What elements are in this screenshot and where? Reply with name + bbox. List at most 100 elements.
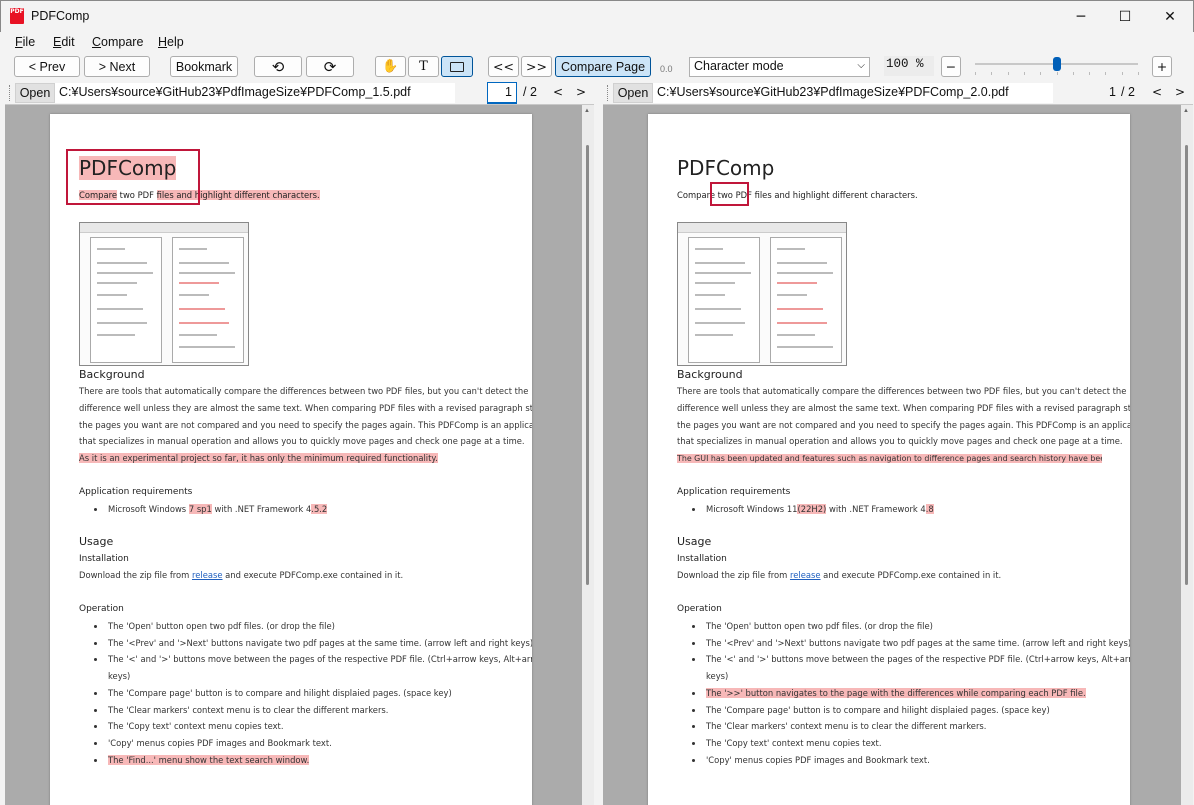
window-title: PDFComp [31,9,90,23]
menu-file[interactable]: File [15,35,35,49]
slider-tick [1007,72,1009,75]
hand-tool-icon[interactable]: ✋ [375,56,406,77]
heading-operation: Operation [677,604,722,614]
right-scroll-thumb[interactable] [1185,145,1188,585]
image-page-right [172,237,244,363]
diff-marker-box [710,182,749,206]
menu-compare-key: C [92,35,102,49]
bg-line-3: the pages you want are not compared and … [677,420,1130,430]
left-prev-page-button[interactable]: < [553,85,563,99]
right-pdf-page[interactable]: PDFComp Compare two PDF files and highli… [648,114,1130,805]
right-path-field[interactable]: C:¥Users¥source¥GitHub23¥PdfImageSize¥PD… [653,83,1053,103]
requirement-item: Microsoft Windows 11(22H2) with .NET Fra… [692,504,934,515]
zoom-slider-thumb[interactable] [1052,57,1061,71]
image-page-left [688,237,760,363]
compare-page-button[interactable]: Compare Page [555,56,651,77]
heading-installation: Installation [79,554,129,564]
op-item-7: 'Copy' menus copies PDF images and Bookm… [94,738,332,748]
req-a: Microsoft Windows 11 [706,504,798,514]
bg-line-5: The GUI has been updated and features su… [677,453,1102,464]
right-pane-bar: Open C:¥Users¥source¥GitHub23¥PdfImageSi… [603,81,1193,105]
op-item-1: The 'Open' button open two pdf files. (o… [94,621,335,631]
release-link[interactable]: release [192,570,223,580]
download-line: Download the zip file from release and e… [677,570,1001,581]
right-prev-page-button[interactable]: < [1152,85,1162,99]
req-b: 7 sp1 [188,504,212,514]
slider-tick [1023,72,1025,75]
left-page-input[interactable]: 1 [487,82,517,104]
bg-line-1: There are tools that automatically compa… [79,386,529,396]
prev-button[interactable]: < Prev [14,56,80,77]
heading-requirements: Application requirements [79,487,193,497]
first-diff-button[interactable]: << [488,56,519,77]
grip-handle[interactable] [9,85,12,101]
text-tool-button[interactable]: T [408,56,439,77]
left-pdf-page[interactable]: PDFComp Compare two PDF files and highli… [50,114,532,805]
bookmark-button[interactable]: Bookmark [170,56,238,77]
minimize-button[interactable]: ─ [1058,1,1104,32]
left-next-page-button[interactable]: > [576,85,586,99]
op-item-2: The '<Prev' and '>Next' buttons navigate… [691,638,1130,648]
req-d: .8 [925,504,934,514]
op-item-8-text: The 'Find...' menu show the text search … [108,755,310,765]
left-scrollbar[interactable]: ▲ [582,105,594,805]
left-open-button[interactable]: Open [15,83,55,103]
mode-select[interactable]: Character mode ⌵ [689,57,870,77]
heading-background: Background [79,368,145,381]
bg-line-5: As it is an experimental project so far,… [79,453,438,464]
zoom-value: 100 % [884,56,934,76]
bg-line-5-text: The GUI has been updated and features su… [677,454,1102,463]
mode-select-value: Character mode [694,59,784,73]
op-item-5: The 'Clear markers' context menu is to c… [93,705,389,715]
menu-help[interactable]: Help [158,35,184,49]
left-pane-bar: Open C:¥Users¥source¥GitHub23¥PdfImageSi… [5,81,594,105]
dim-value: 0.0 [660,64,673,74]
rectangle-icon [450,61,464,72]
diff-marker-box [66,149,200,205]
zoom-in-button[interactable]: + [1152,56,1172,77]
op-item-3: The '<' and '>' buttons move between the… [93,654,532,665]
op-item-6: The 'Copy text' context menu copies text… [692,738,882,748]
dl-b: and execute PDFComp.exe contained in it. [820,570,1002,580]
zoom-out-button[interactable]: − [941,56,961,77]
slider-tick [1121,72,1123,75]
scroll-up-icon[interactable]: ▲ [1183,108,1189,114]
bg-line-3: the pages you want are not compared and … [79,420,532,430]
rotate-right-icon[interactable]: ⟳ [306,56,354,77]
heading-background: Background [677,368,743,381]
right-scrollbar[interactable]: ▲ [1181,105,1193,805]
app-icon: PDF [10,8,24,24]
menu-bar: File Edit Compare Help [0,32,1194,52]
requirement-item: Microsoft Windows 7 sp1 with .NET Framew… [93,504,328,515]
last-diff-button[interactable]: >> [521,56,552,77]
op-item-2: The '<Prev' and '>Next' buttons navigate… [93,638,532,648]
next-button[interactable]: > Next [84,56,150,77]
grip-handle[interactable] [607,85,610,101]
menu-edit[interactable]: Edit [53,35,75,49]
op-item-3-cont: keys) [706,671,729,681]
right-open-button[interactable]: Open [613,83,653,103]
close-button[interactable]: ✕ [1147,1,1193,32]
req-b: (22H2) [797,504,827,514]
left-path-field[interactable]: C:¥Users¥source¥GitHub23¥PdfImageSize¥PD… [55,83,455,103]
left-scroll-thumb[interactable] [586,145,589,585]
op-item-new-text: The '>>' button navigates to the page wi… [706,688,1086,698]
menu-help-key: H [158,35,168,49]
slider-tick [1040,72,1042,75]
select-rect-tool-icon[interactable] [441,56,473,77]
menu-compare[interactable]: Compare [92,35,143,49]
rotate-left-icon[interactable]: ⟲ [254,56,302,77]
maximize-button[interactable]: ☐ [1102,1,1148,32]
bg-line-4: that specializes in manual operation and… [677,436,1123,446]
req-d: .5.2 [311,504,328,514]
screenshot-image [677,222,847,366]
op-item-8: The 'Find...' menu show the text search … [93,755,310,766]
right-next-page-button[interactable]: > [1175,85,1185,99]
chevron-down-icon: ⌵ [857,60,865,71]
bg-line-2: difference well unless they are almost t… [79,403,532,413]
req-c: with .NET Framework 4 [211,504,312,514]
release-link[interactable]: release [790,570,821,580]
download-line: Download the zip file from release and e… [79,570,403,581]
scroll-up-icon[interactable]: ▲ [584,108,590,114]
subtitle-c: files and highlight different characters… [754,190,918,200]
